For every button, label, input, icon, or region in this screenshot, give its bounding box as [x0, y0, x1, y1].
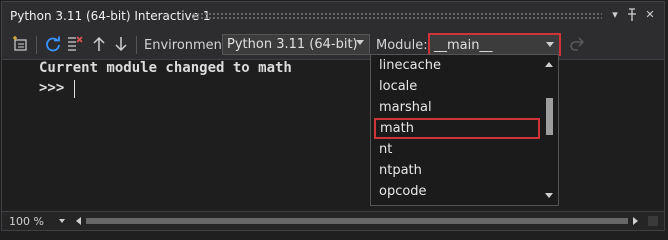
console-line: Current module changed to math: [39, 60, 292, 76]
environment-select-value: Python 3.11 (64-bit): [227, 37, 358, 52]
console-prompt: >>>: [39, 80, 73, 96]
module-option-nt[interactable]: nt: [374, 139, 540, 160]
scroll-down-icon[interactable]: [545, 193, 553, 198]
history-next-icon[interactable]: [112, 35, 130, 53]
horizontal-scrollbar[interactable]: [74, 216, 640, 226]
reset-icon[interactable]: [44, 35, 62, 53]
clear-screen-icon[interactable]: [66, 35, 84, 53]
scrollbar-thumb[interactable]: [546, 98, 553, 135]
module-option-linecache[interactable]: linecache: [374, 55, 540, 76]
module-option-locale[interactable]: locale: [374, 76, 540, 97]
module-option-ntpath[interactable]: ntpath: [374, 160, 540, 181]
module-option-opcode[interactable]: opcode: [374, 181, 540, 202]
chevron-down-icon: [546, 42, 554, 47]
dropdown-scrollbar[interactable]: [542, 56, 557, 204]
module-label: Module:: [376, 38, 428, 53]
environment-select[interactable]: Python 3.11 (64-bit): [222, 34, 370, 55]
module-option-marshal[interactable]: marshal: [374, 97, 540, 118]
module-option-math[interactable]: math: [374, 118, 540, 139]
module-select[interactable]: __main__: [428, 33, 561, 56]
module-select-value: __main__: [434, 38, 493, 53]
environment-label: Environment:: [144, 38, 232, 53]
interactive-window: Python 3.11 (64-bit) Interactive 1 ▾ ✕ E…: [1, 1, 665, 231]
drag-grip[interactable]: [192, 12, 602, 19]
scroll-up-icon[interactable]: [545, 62, 553, 67]
scroll-left-icon[interactable]: [76, 217, 81, 225]
horizontal-scrollbar-thumb[interactable]: [86, 218, 628, 224]
toolbar-separator: [36, 36, 37, 54]
resize-corner: [648, 216, 658, 226]
text-caret: [74, 80, 75, 98]
pin-icon[interactable]: [625, 8, 639, 24]
toolbar-separator: [136, 36, 137, 54]
toolbar: Environment: Python 3.11 (64-bit) Module…: [2, 30, 664, 60]
close-icon[interactable]: ✕: [643, 8, 657, 24]
scroll-right-icon[interactable]: [633, 217, 638, 225]
window-menu-dropdown-icon[interactable]: ▾: [608, 8, 622, 24]
history-previous-icon[interactable]: [90, 35, 108, 53]
insert-snippet-icon[interactable]: [12, 35, 30, 53]
status-bar: 100 %: [2, 211, 664, 230]
zoom-level[interactable]: 100 %: [9, 215, 44, 228]
title-bar: Python 3.11 (64-bit) Interactive 1 ▾ ✕: [2, 2, 664, 30]
redo-icon[interactable]: [568, 35, 586, 53]
console-output[interactable]: Current module changed to math >>>: [2, 60, 664, 211]
zoom-chevron-down-icon[interactable]: [59, 219, 65, 223]
chevron-down-icon: [356, 40, 364, 45]
window-title: Python 3.11 (64-bit) Interactive 1: [10, 9, 211, 23]
module-dropdown-list[interactable]: linecache locale marshal math nt ntpath …: [370, 54, 559, 206]
